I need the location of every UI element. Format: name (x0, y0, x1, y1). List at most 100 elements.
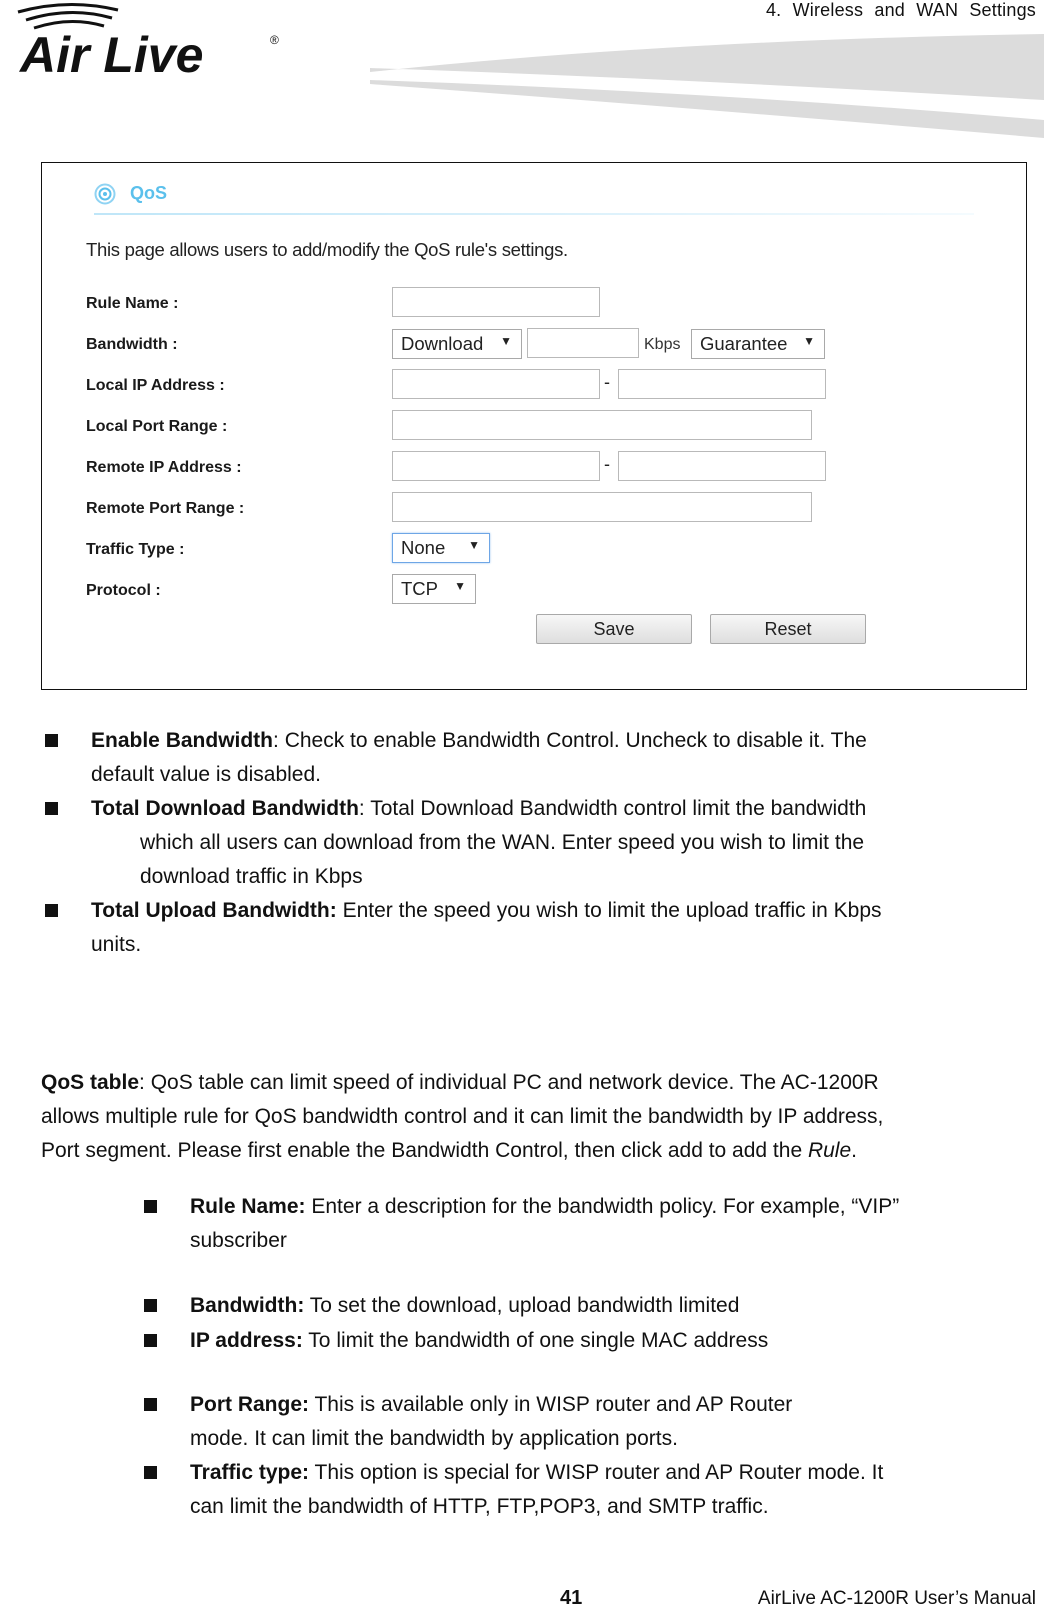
rule-emphasis: Rule (807, 1139, 852, 1162)
protocol-label: Protocol : (86, 582, 161, 599)
header-swoosh (370, 34, 1044, 138)
bullet-text-continued: units. (91, 933, 142, 956)
bullet-text-continued: subscriber (190, 1229, 287, 1252)
dropdown-arrow-icon: ▼ (468, 538, 480, 552)
rule-name-input[interactable] (392, 287, 600, 317)
text: This is available only in WISP router an… (309, 1393, 793, 1416)
bullet-icon (45, 904, 58, 917)
brand-text: Air Live (18, 27, 203, 80)
row-bandwidth: Bandwidth : Download ▼ Kbps Guarantee ▼ (86, 328, 866, 364)
local-ip-start-input[interactable] (392, 369, 600, 399)
text: To set the download, upload bandwidth li… (304, 1294, 740, 1317)
text: This option is special for WISP router a… (309, 1461, 884, 1484)
local-ip-label: Local IP Address : (86, 377, 225, 394)
sep: : (273, 729, 285, 752)
page-header: Air Live ® 4. Wireless and WAN Settings (0, 0, 1044, 145)
row-remote-ip: Remote IP Address : - (86, 451, 866, 487)
qos-table-line: QoS table: QoS table can limit speed of … (41, 1066, 879, 1100)
row-traffic-type: Traffic Type : None ▼ (86, 533, 866, 569)
remote-port-input[interactable] (392, 492, 812, 522)
remote-port-label: Remote Port Range : (86, 500, 245, 517)
local-port-input[interactable] (392, 410, 812, 440)
bullet-total-upload: Total Upload Bandwidth: Enter the speed … (91, 894, 882, 928)
bullet-total-download: Total Download Bandwidth: Total Download… (91, 792, 866, 826)
bandwidth-mode-value: Guarantee (700, 333, 788, 354)
remote-ip-label: Remote IP Address : (86, 459, 242, 476)
bullet-icon (144, 1200, 157, 1213)
remote-ip-end-input[interactable] (618, 451, 826, 481)
text: Total Download Bandwidth control limit t… (370, 797, 867, 820)
dropdown-arrow-icon: ▼ (500, 334, 512, 348)
svg-text:®: ® (270, 33, 279, 47)
target-icon (94, 183, 116, 205)
bandwidth-unit-label: Kbps (644, 336, 681, 353)
text: Check to enable Bandwidth Control. Unche… (284, 729, 867, 752)
bandwidth-direction-value: Download (401, 333, 484, 354)
bandwidth-mode-select[interactable]: Guarantee ▼ (691, 329, 825, 359)
local-port-label: Local Port Range : (86, 418, 228, 435)
page-number: 41 (560, 1587, 583, 1609)
dropdown-arrow-icon: ▼ (803, 334, 815, 348)
bullet-text-continued: which all users can download from the WA… (140, 831, 865, 854)
bullet-icon (45, 802, 58, 815)
traffic-type-value: None (401, 537, 446, 558)
term: Total Download Bandwidth (91, 797, 359, 820)
bandwidth-direction-select[interactable]: Download ▼ (392, 329, 522, 359)
term: Total Upload Bandwidth: (91, 899, 337, 922)
chapter-title: 4. Wireless and WAN Settings (765, 0, 1036, 20)
bullet-ip-address: IP address: To limit the bandwidth of on… (190, 1324, 768, 1358)
range-separator: - (604, 454, 610, 474)
qos-screenshot: QoS This page allows users to add/modify… (41, 162, 1027, 690)
manual-title: AirLive AC-1200R User’s Manual (757, 1588, 1036, 1609)
bullet-bandwidth: Bandwidth: To set the download, upload b… (190, 1289, 739, 1323)
airlive-logo: Air Live ® (17, 2, 279, 80)
bullet-text-continued: mode. It can limit the bandwidth by appl… (190, 1427, 678, 1450)
term: Port Range: (190, 1393, 310, 1416)
term: Bandwidth: (190, 1294, 305, 1317)
protocol-select[interactable]: TCP ▼ (392, 574, 476, 604)
bullet-text-continued: can limit the bandwidth of HTTP, FTP,POP… (190, 1495, 769, 1518)
row-local-port: Local Port Range : (86, 410, 866, 446)
text: Enter the speed you wish to limit the up… (342, 899, 882, 922)
bullet-icon (45, 734, 58, 747)
local-ip-end-input[interactable] (618, 369, 826, 399)
dropdown-arrow-icon: ▼ (454, 579, 466, 593)
text: Enter a description for the bandwidth po… (305, 1195, 900, 1218)
text: : QoS table can limit speed of individua… (139, 1071, 879, 1094)
protocol-value: TCP (401, 578, 438, 599)
row-remote-port: Remote Port Range : (86, 492, 866, 528)
row-local-ip: Local IP Address : - (86, 369, 866, 405)
traffic-type-select[interactable]: None ▼ (392, 533, 490, 563)
page-description: This page allows users to add/modify the… (86, 239, 568, 260)
save-button[interactable]: Save (536, 614, 692, 644)
text: To limit the bandwidth of one single MAC… (302, 1329, 769, 1352)
qos-section-header: QoS (94, 181, 974, 211)
text: Port segment. Please first enable the Ba… (41, 1139, 808, 1162)
bullet-traffic-type: Traffic type: This option is special for… (190, 1456, 883, 1490)
qos-table-line: allows multiple rule for QoS bandwidth c… (41, 1105, 884, 1128)
bandwidth-label: Bandwidth : (86, 336, 178, 353)
term: IP address: (190, 1329, 303, 1352)
range-separator: - (604, 372, 610, 392)
qos-table-line: Port segment. Please first enable the Ba… (41, 1134, 857, 1168)
sep: : (358, 797, 371, 820)
bandwidth-value-input[interactable] (527, 328, 639, 358)
bullet-icon (144, 1334, 157, 1347)
bullet-text-continued: download traffic in Kbps (140, 865, 363, 888)
bullet-text-continued: default value is disabled. (91, 763, 321, 786)
term: QoS table (41, 1071, 140, 1094)
remote-ip-start-input[interactable] (392, 451, 600, 481)
rule-name-label: Rule Name : (86, 295, 179, 312)
traffic-type-label: Traffic Type : (86, 541, 185, 558)
reset-button[interactable]: Reset (710, 614, 866, 644)
term: Rule Name: (190, 1195, 306, 1218)
text: . (851, 1139, 857, 1162)
bullet-enable-bandwidth: Enable Bandwidth: Check to enable Bandwi… (91, 724, 867, 758)
bullet-icon (144, 1398, 157, 1411)
row-rule-name: Rule Name : (86, 287, 866, 323)
bullet-rule-name: Rule Name: Enter a description for the b… (190, 1190, 899, 1224)
term: Traffic type: (190, 1461, 310, 1484)
section-divider (94, 213, 974, 215)
section-title: QoS (130, 183, 168, 203)
term: Enable Bandwidth (91, 729, 274, 752)
